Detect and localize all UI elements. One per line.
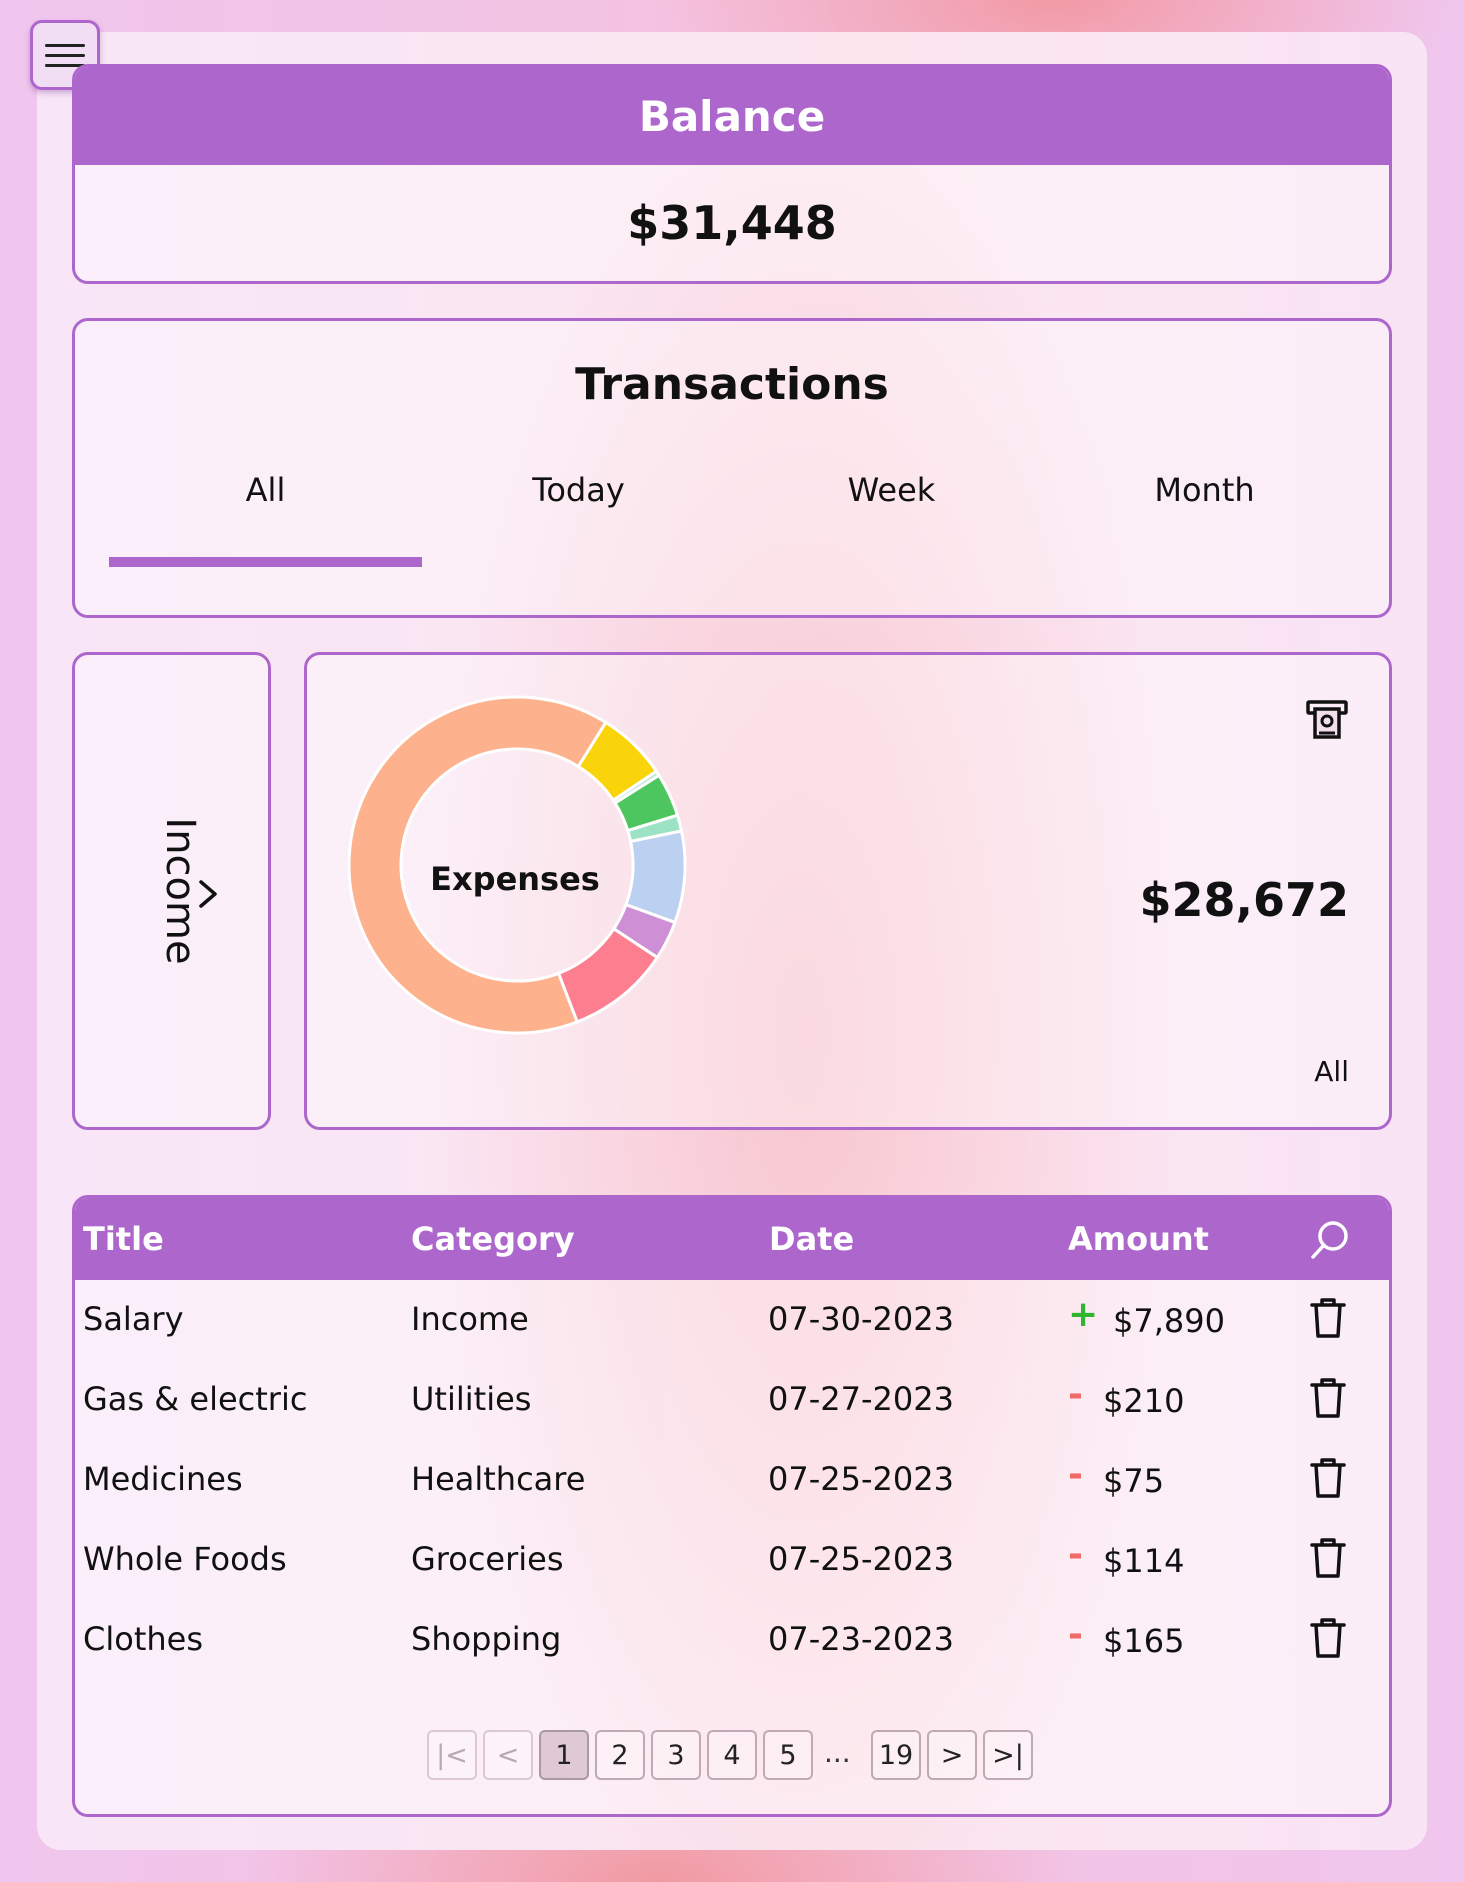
tab-month[interactable]: Month (1048, 471, 1361, 509)
page-button-2[interactable]: 2 (595, 1730, 645, 1780)
table-row[interactable]: Salary Income 07-30-2023 + $7,890 (75, 1280, 1389, 1360)
cell-title: Clothes (83, 1620, 203, 1658)
transactions-title: Transactions (575, 359, 889, 410)
cell-category: Groceries (411, 1540, 564, 1578)
cell-title: Whole Foods (83, 1540, 287, 1578)
header-category[interactable]: Category (411, 1220, 575, 1258)
cell-category: Healthcare (411, 1460, 586, 1498)
transactions-card: Transactions All Today Week Month (72, 318, 1392, 618)
trash-icon[interactable] (1308, 1456, 1348, 1500)
table-header: Title Category Date Amount (75, 1198, 1389, 1280)
expenses-total: $28,672 (1139, 873, 1349, 927)
page-button-5[interactable]: 5 (763, 1730, 813, 1780)
cell-title: Medicines (83, 1460, 243, 1498)
cell-category: Utilities (411, 1380, 532, 1418)
transactions-table: Title Category Date Amount Salary Income 0… (72, 1195, 1392, 1817)
cell-amount: $165 (1103, 1622, 1185, 1660)
trash-icon[interactable] (1308, 1376, 1348, 1420)
income-toggle[interactable]: Income (72, 652, 271, 1130)
trash-icon[interactable] (1308, 1616, 1348, 1660)
minus-icon: - (1068, 1614, 1083, 1655)
table-row[interactable]: Gas & electric Utilities 07-27-2023 - $210 (75, 1360, 1389, 1440)
cell-date: 07-25-2023 (768, 1540, 954, 1578)
page-button-1[interactable]: 1 (539, 1730, 589, 1780)
tab-week[interactable]: Week (735, 471, 1048, 509)
menu-icon-line (45, 53, 85, 57)
expenses-card: Expenses $28,672 All (304, 652, 1392, 1130)
atm-icon[interactable] (1305, 697, 1349, 741)
cell-title: Salary (83, 1300, 184, 1338)
balance-value: $31,448 (627, 196, 837, 250)
plus-icon: + (1068, 1294, 1099, 1335)
minus-icon: - (1068, 1534, 1083, 1575)
cell-date: 07-25-2023 (768, 1460, 954, 1498)
page-button-3[interactable]: 3 (651, 1730, 701, 1780)
balance-card: Balance $31,448 (72, 64, 1392, 284)
cell-title: Gas & electric (83, 1380, 308, 1418)
cell-amount: $75 (1103, 1462, 1165, 1500)
table-row[interactable]: Clothes Shopping 07-23-2023 - $165 (75, 1600, 1389, 1680)
cell-date: 07-23-2023 (768, 1620, 954, 1658)
pagination-ellipsis: ... (824, 1736, 851, 1769)
header-date[interactable]: Date (769, 1220, 854, 1258)
donut-center-label: Expenses (430, 860, 600, 898)
page-button-4[interactable]: 4 (707, 1730, 757, 1780)
menu-icon-line (45, 43, 85, 47)
page-button-19[interactable]: 19 (871, 1730, 921, 1780)
tab-today[interactable]: Today (422, 471, 735, 509)
header-amount[interactable]: Amount (1068, 1220, 1209, 1258)
expenses-period: All (1314, 1055, 1349, 1088)
next-page-button[interactable]: > (927, 1730, 977, 1780)
cell-amount: $114 (1103, 1542, 1185, 1580)
cell-category: Income (411, 1300, 529, 1338)
table-row[interactable]: Medicines Healthcare 07-25-2023 - $75 (75, 1440, 1389, 1520)
cell-date: 07-27-2023 (768, 1380, 954, 1418)
chevron-right-icon (193, 872, 223, 926)
cell-amount: $7,890 (1113, 1302, 1225, 1340)
table-row[interactable]: Whole Foods Groceries 07-25-2023 - $114 (75, 1520, 1389, 1600)
cell-date: 07-30-2023 (768, 1300, 954, 1338)
cell-amount: $210 (1103, 1382, 1185, 1420)
balance-title: Balance (75, 67, 1389, 165)
first-page-button[interactable]: |< (427, 1730, 477, 1780)
search-icon[interactable] (1308, 1217, 1352, 1261)
trash-icon[interactable] (1308, 1296, 1348, 1340)
active-tab-indicator (109, 557, 422, 567)
trash-icon[interactable] (1308, 1536, 1348, 1580)
prev-page-button[interactable]: < (483, 1730, 533, 1780)
minus-icon: - (1068, 1454, 1083, 1495)
last-page-button[interactable]: >| (983, 1730, 1033, 1780)
cell-category: Shopping (411, 1620, 562, 1658)
header-title[interactable]: Title (83, 1220, 164, 1258)
tab-all[interactable]: All (109, 471, 422, 509)
minus-icon: - (1068, 1374, 1083, 1415)
